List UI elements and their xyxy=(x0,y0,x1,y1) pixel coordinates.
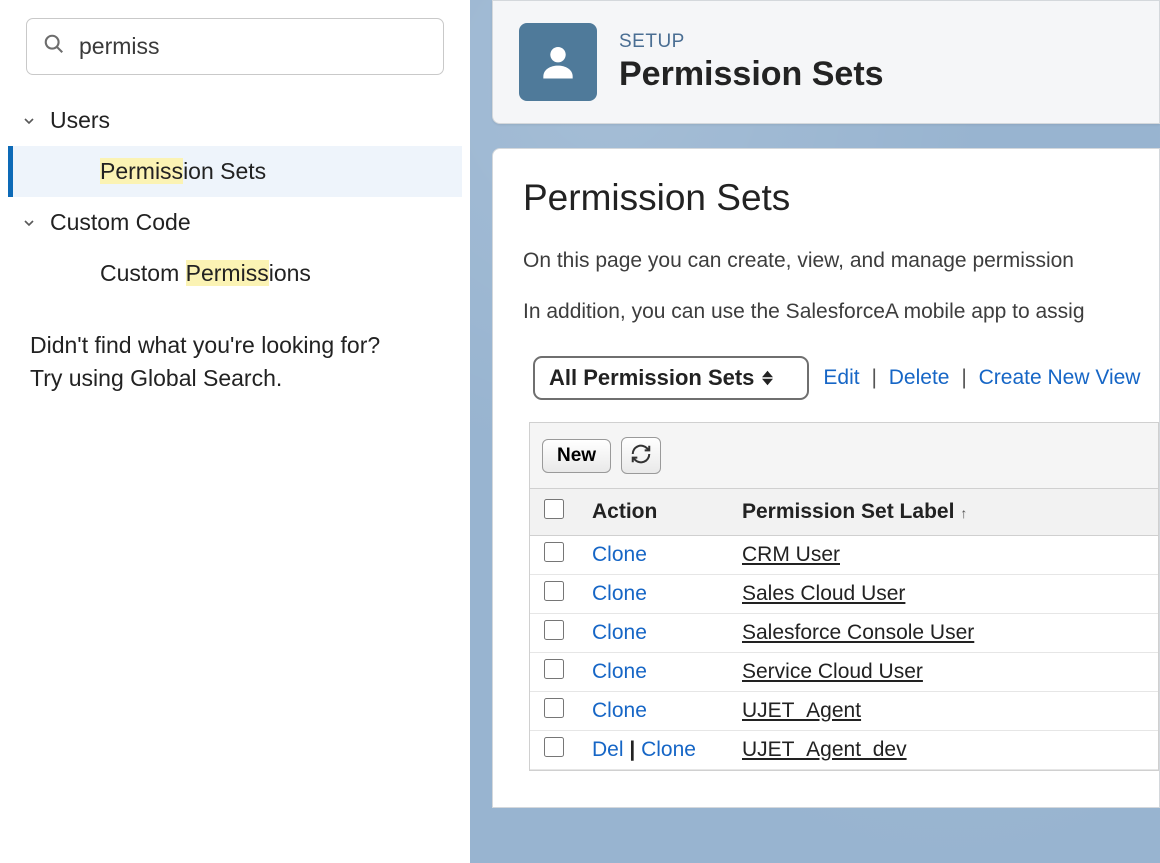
row-checkbox[interactable] xyxy=(544,542,564,562)
list-view-selected-label: All Permission Sets xyxy=(549,365,754,391)
page-title: Permission Sets xyxy=(619,55,884,94)
tree-item-custom-permissions[interactable]: Custom Permissions xyxy=(8,248,462,299)
col-permission-set-label[interactable]: Permission Set Label ↑ xyxy=(728,489,1158,536)
user-icon xyxy=(519,23,597,101)
permission-set-link[interactable]: CRM User xyxy=(742,543,840,566)
table-row: Del | Clone UJET_Agent_dev xyxy=(530,731,1158,770)
tree-item-highlight: Permiss xyxy=(100,158,183,184)
description-line2: In addition, you can use the SalesforceA… xyxy=(523,296,1159,329)
separator: | xyxy=(624,738,642,761)
clone-link[interactable]: Clone xyxy=(641,738,696,761)
content-card: Permission Sets On this page you can cre… xyxy=(492,148,1160,808)
permission-set-link[interactable]: UJET_Agent xyxy=(742,699,861,722)
tree-group-custom-code[interactable]: Custom Code xyxy=(8,197,462,248)
main-area: SETUP Permission Sets Permission Sets On… xyxy=(470,0,1160,863)
list-view-select[interactable]: All Permission Sets xyxy=(533,356,809,400)
row-checkbox[interactable] xyxy=(544,698,564,718)
clone-link[interactable]: Clone xyxy=(592,621,647,644)
row-checkbox[interactable] xyxy=(544,581,564,601)
table-row: Clone UJET_Agent xyxy=(530,692,1158,731)
refresh-icon xyxy=(630,443,652,468)
edit-view-link[interactable]: Edit xyxy=(823,366,859,389)
sort-asc-icon: ↑ xyxy=(960,505,967,521)
del-link[interactable]: Del xyxy=(592,738,624,761)
tree-item-post: ion Sets xyxy=(183,158,266,184)
tree-item-permission-sets[interactable]: Permission Sets xyxy=(8,146,462,197)
nav-tree: Users Permission Sets Custom Code Custom… xyxy=(8,95,462,299)
tree-item-pre: Custom xyxy=(100,260,186,286)
chevron-down-icon xyxy=(18,215,40,231)
sidebar: Users Permission Sets Custom Code Custom… xyxy=(0,0,470,863)
permission-set-link[interactable]: Service Cloud User xyxy=(742,660,923,683)
page-header: SETUP Permission Sets xyxy=(492,0,1160,124)
table-row: Clone Salesforce Console User xyxy=(530,614,1158,653)
refresh-button[interactable] xyxy=(621,437,661,474)
permission-sets-table: Action Permission Set Label ↑ Clone CRM Us… xyxy=(530,488,1158,770)
separator: | xyxy=(961,366,966,389)
row-checkbox[interactable] xyxy=(544,737,564,757)
header-eyebrow: SETUP xyxy=(619,31,884,53)
tree-item-highlight: Permiss xyxy=(186,260,269,286)
col-label-text: Permission Set Label xyxy=(742,500,954,523)
separator: | xyxy=(871,366,876,389)
no-results-line1: Didn't find what you're looking for? xyxy=(30,329,440,362)
chevron-down-icon xyxy=(18,113,40,129)
permission-set-link[interactable]: Sales Cloud User xyxy=(742,582,905,605)
create-new-view-link[interactable]: Create New View xyxy=(979,366,1141,389)
tree-group-label: Custom Code xyxy=(50,209,191,236)
quick-find-input[interactable] xyxy=(79,33,427,60)
no-results-line2: Try using Global Search. xyxy=(30,362,440,395)
new-button[interactable]: New xyxy=(542,439,611,473)
delete-view-link[interactable]: Delete xyxy=(889,366,950,389)
clone-link[interactable]: Clone xyxy=(592,543,647,566)
permission-set-link[interactable]: UJET_Agent_dev xyxy=(742,738,907,761)
clone-link[interactable]: Clone xyxy=(592,699,647,722)
list-toolbar: New xyxy=(530,423,1158,488)
description-line1: On this page you can create, view, and m… xyxy=(523,245,1159,278)
no-results-hint: Didn't find what you're looking for? Try… xyxy=(30,329,440,396)
list-view-controls: All Permission Sets Edit | Delete | Crea… xyxy=(533,356,1159,400)
tree-group-label: Users xyxy=(50,107,110,134)
select-all-checkbox[interactable] xyxy=(544,499,564,519)
row-checkbox[interactable] xyxy=(544,659,564,679)
tree-item-post: ions xyxy=(269,260,311,286)
select-arrows-icon xyxy=(762,370,773,386)
search-icon xyxy=(43,33,65,60)
clone-link[interactable]: Clone xyxy=(592,660,647,683)
section-title: Permission Sets xyxy=(523,177,1159,219)
table-row: Clone Sales Cloud User xyxy=(530,575,1158,614)
permission-set-link[interactable]: Salesforce Console User xyxy=(742,621,974,644)
col-action[interactable]: Action xyxy=(578,489,728,536)
row-checkbox[interactable] xyxy=(544,620,564,640)
tree-group-users[interactable]: Users xyxy=(8,95,462,146)
clone-link[interactable]: Clone xyxy=(592,582,647,605)
list-table-wrap: New Action Permission Set Label ↑ xyxy=(529,422,1159,771)
table-row: Clone Service Cloud User xyxy=(530,653,1158,692)
table-row: Clone CRM User xyxy=(530,536,1158,575)
quick-find-search[interactable] xyxy=(26,18,444,75)
